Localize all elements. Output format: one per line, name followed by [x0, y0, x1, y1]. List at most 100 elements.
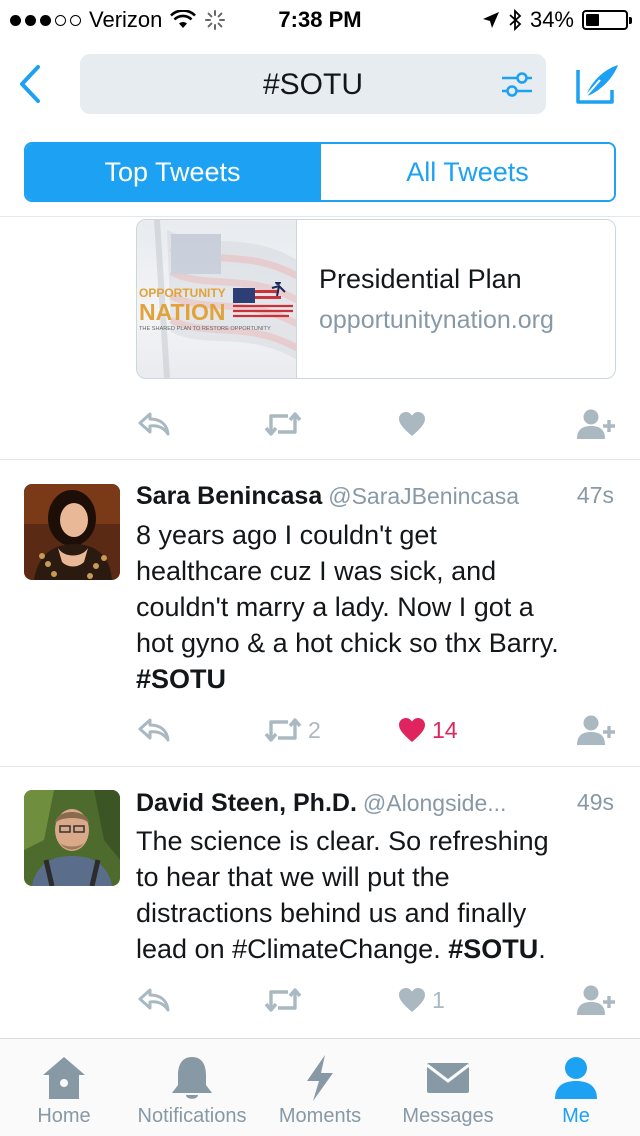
follow-user-icon — [577, 985, 615, 1015]
like-button[interactable]: 1 — [398, 980, 445, 1020]
tweet-header: Sara Benincasa @SaraJBenincasa 47s — [136, 482, 616, 516]
tab-label: Moments — [278, 1105, 362, 1127]
tab-top-tweets[interactable]: Top Tweets — [26, 144, 319, 200]
card-thumbnail: OPPORTUNITY NATION ★ THE SHARED PLAN TO … — [137, 220, 297, 378]
heart-icon — [399, 412, 425, 436]
tab-moments[interactable]: Moments — [270, 1039, 370, 1136]
tab-label: Home — [37, 1105, 91, 1127]
hashtag-link[interactable]: #SOTU — [448, 934, 538, 964]
follow-user-icon — [577, 409, 615, 439]
tweet-timestamp: 47s — [576, 482, 614, 508]
search-filter-button[interactable] — [500, 70, 534, 100]
tweet-text-line: lead on #ClimateChange. — [136, 934, 449, 964]
tweet-actions: 1 — [136, 980, 616, 1020]
reply-icon — [138, 988, 170, 1012]
svg-text:OPPORTUNITY: OPPORTUNITY — [139, 286, 226, 300]
tab-all-tweets[interactable]: All Tweets — [319, 144, 614, 200]
status-right: 34% — [482, 7, 632, 33]
hashtag-link[interactable]: #SOTU — [136, 664, 226, 694]
tab-messages[interactable]: Messages — [394, 1039, 502, 1136]
reply-button[interactable] — [138, 404, 170, 444]
tweet-text-line: healthcare cuz I was sick, and — [136, 556, 497, 586]
follow-button[interactable] — [576, 980, 616, 1020]
back-chevron-icon — [20, 65, 40, 103]
retweet-icon — [264, 718, 302, 742]
tweet-type-tabs: Top Tweets All Tweets — [24, 142, 616, 202]
tweet-author-handle[interactable]: @Alongside... — [363, 790, 507, 816]
svg-text:NATION: NATION — [139, 299, 225, 325]
avatar[interactable] — [24, 790, 120, 886]
tweet-text-line: 8 years ago I couldn't get — [136, 520, 437, 550]
like-count: 1 — [432, 986, 445, 1013]
tweet-author-name[interactable]: David Steen, Ph.D. — [136, 789, 357, 817]
battery-percentage: 34% — [529, 7, 574, 32]
like-button[interactable] — [398, 404, 426, 444]
reply-icon — [138, 718, 170, 742]
opportunity-nation-logo: OPPORTUNITY NATION ★ THE SHARED PLAN TO … — [139, 271, 295, 337]
svg-text:THE SHARED PLAN TO RESTORE OPP: THE SHARED PLAN TO RESTORE OPPORTUNITY — [139, 326, 271, 332]
heart-icon — [399, 718, 425, 742]
reply-button[interactable] — [138, 710, 170, 750]
divider — [0, 216, 640, 217]
tweet-actions: 2 14 — [136, 710, 616, 750]
link-preview-card[interactable]: OPPORTUNITY NATION ★ THE SHARED PLAN TO … — [136, 219, 616, 379]
status-bar: Verizon 7:38 PM 34% — [0, 0, 640, 40]
tweet-text-line: hot gyno & a hot chick so thx Barry. — [136, 628, 559, 658]
tweet-actions — [136, 404, 616, 444]
tab-label: Messages — [402, 1105, 494, 1127]
tab-notifications[interactable]: Notifications — [126, 1039, 258, 1136]
heart-icon — [399, 988, 425, 1012]
tweet-text: The science is clear. So refreshing to h… — [136, 823, 616, 967]
tab-label: Me — [562, 1105, 590, 1127]
like-button[interactable]: 14 — [398, 710, 458, 750]
tweet-timestamp: 49s — [576, 789, 614, 815]
search-header: #SOTU — [0, 52, 640, 116]
reply-button[interactable] — [138, 980, 170, 1020]
follow-button[interactable] — [576, 404, 616, 444]
home-icon — [43, 1057, 85, 1099]
tweet-text: 8 years ago I couldn't get healthcare cu… — [136, 517, 616, 697]
back-button[interactable] — [14, 62, 48, 106]
person-icon — [555, 1057, 597, 1099]
tab-label: Notifications — [137, 1105, 247, 1127]
tab-me[interactable]: Me — [526, 1039, 626, 1136]
retweet-button[interactable]: 2 — [264, 710, 321, 750]
compose-tweet-icon — [576, 65, 618, 104]
battery-icon — [582, 10, 632, 30]
tweet-author-name[interactable]: Sara Benincasa — [136, 482, 322, 510]
tab-home[interactable]: Home — [14, 1039, 114, 1136]
card-domain: opportunitynation.org — [319, 306, 554, 334]
like-count: 14 — [432, 716, 458, 743]
tweet-text-line: to hear that we will put the — [136, 862, 450, 892]
location-arrow-icon — [482, 12, 499, 28]
tweet-author-handle[interactable]: @SaraJBenincasa — [328, 483, 519, 509]
battery-level — [586, 14, 599, 26]
divider — [0, 459, 640, 460]
card-title: Presidential Plan — [319, 264, 522, 294]
compose-tweet-button[interactable] — [574, 62, 620, 106]
sara-avatar-image — [24, 484, 120, 580]
divider — [0, 766, 640, 767]
tweet-text-line: couldn't marry a lady. Now I got a — [136, 592, 534, 622]
tweet-header: David Steen, Ph.D. @Alongside... 49s — [136, 789, 616, 823]
avatar[interactable] — [24, 484, 120, 580]
search-bar[interactable]: #SOTU — [80, 54, 546, 114]
bell-icon — [172, 1057, 212, 1099]
bluetooth-icon — [509, 9, 522, 31]
tweet-text-line: The science is clear. So refreshing — [136, 826, 549, 856]
follow-user-icon — [577, 715, 615, 745]
retweet-icon — [264, 988, 302, 1012]
lightning-icon — [307, 1055, 333, 1101]
tweet-text-line: distractions behind us and finally — [136, 898, 527, 928]
bottom-tab-bar: Home Notifications Moments Messages Me — [0, 1038, 640, 1136]
tweet-text-trailing: . — [538, 934, 546, 964]
retweet-button[interactable] — [264, 980, 302, 1020]
retweet-button[interactable] — [264, 404, 302, 444]
retweet-count: 2 — [308, 716, 321, 743]
retweet-icon — [264, 412, 302, 436]
envelope-icon — [426, 1063, 470, 1093]
reply-icon — [138, 412, 170, 436]
filter-sliders-icon — [502, 72, 532, 97]
follow-button[interactable] — [576, 710, 616, 750]
search-query[interactable]: #SOTU — [80, 68, 546, 102]
